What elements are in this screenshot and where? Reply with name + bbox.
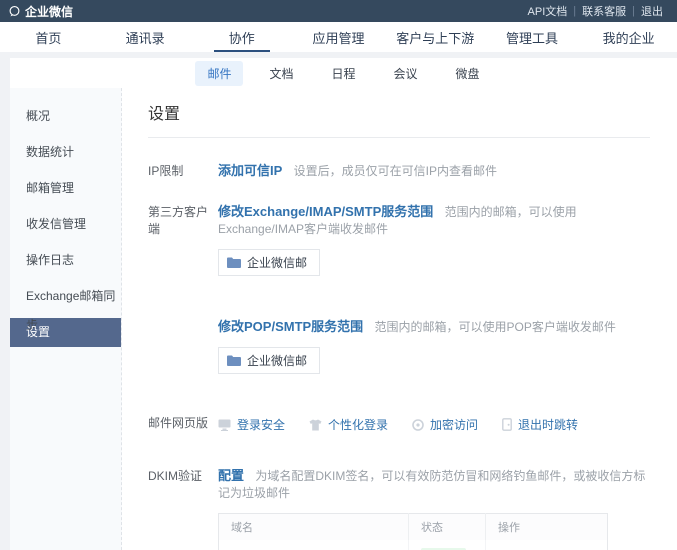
column-header-domain: 域名 [219, 514, 409, 541]
dkim-desc: 为域名配置DKIM签名，可以有效防范仿冒和网络钓鱼邮件，或被收信方标记为垃圾邮件 [218, 469, 645, 500]
topbar-links: API文档 | 联系客服 | 退出 [522, 3, 669, 19]
domain-cell: 988666.club [219, 540, 409, 550]
table-header-row: 域名 状态 操作 [219, 514, 608, 541]
folder-icon [227, 257, 241, 268]
ip-restriction-desc: 设置后，成员仅可在可信IP内查看邮件 [294, 164, 497, 178]
contact-support-link[interactable]: 联系客服 [576, 3, 632, 19]
section-label: 邮件网页版 [148, 412, 218, 433]
table-row: 988666.club 已验证 查看配置 [219, 540, 608, 550]
subtab-docs[interactable]: 文档 [257, 61, 305, 86]
subtab-mail[interactable]: 邮件 [195, 61, 243, 86]
nav-tab-admin-tools[interactable]: 管理工具 [484, 22, 581, 52]
sidebar-item-send-receive[interactable]: 收发信管理 [10, 210, 121, 239]
divider [148, 137, 650, 138]
api-docs-link[interactable]: API文档 [522, 3, 574, 19]
shirt-icon [309, 419, 322, 431]
subtab-calendar[interactable]: 日程 [319, 61, 367, 86]
pop-scope-chip[interactable]: 企业微信邮 [218, 347, 320, 374]
add-trusted-ip-link[interactable]: 添加可信IP [218, 163, 282, 178]
sidebar-item-statistics[interactable]: 数据统计 [10, 138, 121, 167]
webmail-item: 个性化登录 [309, 416, 388, 433]
column-header-action: 操作 [486, 514, 608, 541]
card-body: 概况 数据统计 邮箱管理 收发信管理 操作日志 Exchange邮箱同步 设置 … [10, 88, 677, 550]
lock-icon [412, 419, 424, 431]
nav-tab-my-company[interactable]: 我的企业 [580, 22, 677, 52]
section-label: DKIM验证 [148, 465, 218, 550]
dkim-domain-table: 域名 状态 操作 988666.club 已验证 查看配置 [218, 513, 608, 550]
collaboration-subtabs: 邮件 文档 日程 会议 微盘 [10, 58, 677, 88]
nav-tab-home[interactable]: 首页 [0, 22, 97, 52]
third-party-client-section: 第三方客户端 修改Exchange/IMAP/SMTP服务范围 范围内的邮箱，可… [148, 201, 650, 374]
pop-scope-group: 修改POP/SMTP服务范围 范围内的邮箱，可以使用POP客户端收发邮件 企业微… [218, 316, 650, 374]
logo-text: 企业微信 [25, 3, 73, 20]
sidebar-item-operation-log[interactable]: 操作日志 [10, 246, 121, 275]
scope-chip-label: 企业微信邮 [247, 254, 307, 271]
webmail-item: 登录安全 [218, 416, 285, 433]
scope-chip-label: 企业微信邮 [247, 352, 307, 369]
nav-tab-app-management[interactable]: 应用管理 [290, 22, 387, 52]
nav-tab-contacts[interactable]: 通讯录 [97, 22, 194, 52]
webmail-section: 邮件网页版 登录安全 [148, 412, 650, 433]
chat-bubble-icon [8, 5, 21, 18]
mail-sidebar: 概况 数据统计 邮箱管理 收发信管理 操作日志 Exchange邮箱同步 设置 [10, 88, 122, 550]
column-header-status: 状态 [409, 514, 486, 541]
sidebar-item-settings[interactable]: 设置 [10, 318, 121, 347]
subtab-meeting[interactable]: 会议 [382, 61, 430, 86]
topbar: 企业微信 API文档 | 联系客服 | 退出 [0, 0, 677, 22]
monitor-icon [218, 419, 231, 431]
section-label: IP限制 [148, 160, 218, 179]
login-security-link[interactable]: 登录安全 [237, 416, 285, 433]
webmail-item: 退出时跳转 [502, 416, 578, 433]
sidebar-item-mailbox-management[interactable]: 邮箱管理 [10, 174, 121, 203]
sidebar-item-exchange-sync[interactable]: Exchange邮箱同步 [10, 282, 121, 311]
sidebar-item-overview[interactable]: 概况 [10, 102, 121, 131]
modify-pop-smtp-link[interactable]: 修改POP/SMTP服务范围 [218, 319, 363, 334]
dkim-configure-link[interactable]: 配置 [218, 468, 244, 483]
custom-login-link[interactable]: 个性化登录 [328, 416, 388, 433]
main-nav: 首页 通讯录 协作 应用管理 客户与上下游 管理工具 我的企业 [0, 22, 677, 52]
subtab-drive[interactable]: 微盘 [444, 61, 492, 86]
folder-icon [227, 355, 241, 366]
section-label: 第三方客户端 [148, 201, 218, 374]
page-title: 设置 [148, 100, 650, 124]
wecom-logo: 企业微信 [8, 3, 73, 20]
content-card: 邮件 文档 日程 会议 微盘 概况 数据统计 邮箱管理 收发信管理 操作日志 E… [10, 58, 677, 550]
logout-redirect-link[interactable]: 退出时跳转 [518, 416, 578, 433]
exchange-scope-group: 修改Exchange/IMAP/SMTP服务范围 范围内的邮箱，可以使用Exch… [218, 201, 650, 276]
settings-panel: 设置 IP限制 添加可信IP 设置后，成员仅可在可信IP内查看邮件 第三方客户端… [122, 88, 677, 550]
webmail-item: 加密访问 [412, 416, 478, 433]
nav-tab-collaboration[interactable]: 协作 [193, 22, 290, 52]
ip-restriction-section: IP限制 添加可信IP 设置后，成员仅可在可信IP内查看邮件 [148, 160, 650, 179]
modify-exchange-imap-smtp-link[interactable]: 修改Exchange/IMAP/SMTP服务范围 [218, 204, 433, 219]
exit-door-icon [502, 418, 512, 431]
pop-scope-desc: 范围内的邮箱，可以使用POP客户端收发邮件 [375, 320, 616, 334]
nav-tab-customers[interactable]: 客户与上下游 [387, 22, 484, 52]
exchange-scope-chip[interactable]: 企业微信邮 [218, 249, 320, 276]
encrypted-access-link[interactable]: 加密访问 [430, 416, 478, 433]
logout-link[interactable]: 退出 [635, 3, 669, 19]
dkim-section: DKIM验证 配置 为域名配置DKIM签名，可以有效防范仿冒和网络钓鱼邮件，或被… [148, 465, 650, 550]
